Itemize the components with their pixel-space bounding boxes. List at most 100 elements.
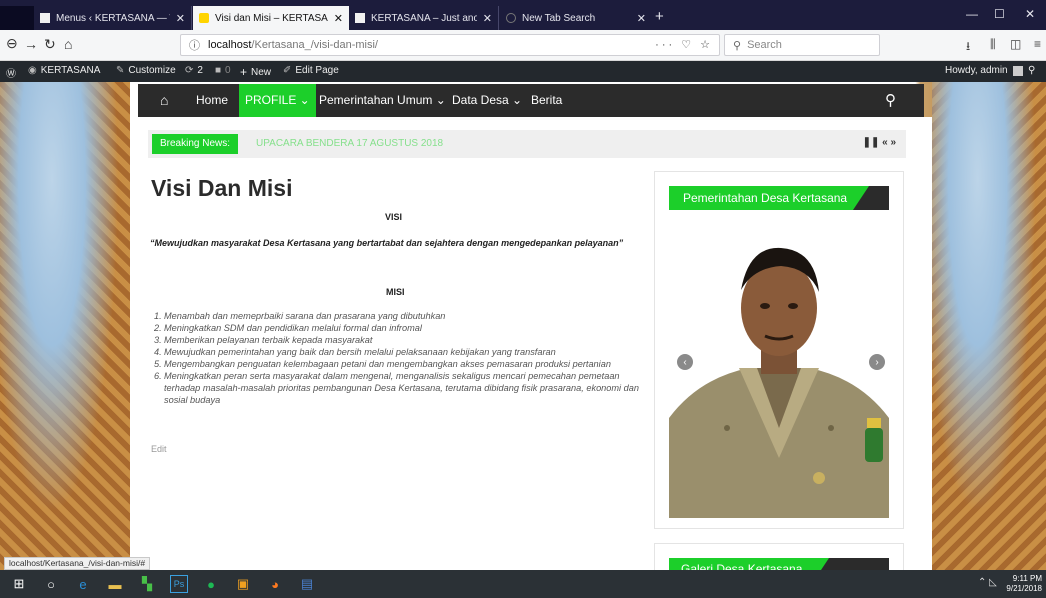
home-icon[interactable]: ⌂ [160, 92, 168, 108]
admin-new-link[interactable]: + New [240, 65, 271, 79]
edge-icon[interactable]: e [74, 575, 92, 593]
tab-menus[interactable]: Menus ‹ KERTASANA — WordP ✕ [34, 6, 192, 30]
sidebar-widget-galeri: Galeri Desa Kertasana [654, 543, 904, 573]
menu-icon[interactable]: ≡ [1034, 37, 1041, 51]
admin-customize-label: Customize [128, 65, 176, 76]
comment-icon: ■ [215, 65, 222, 76]
widget-title-bar: Pemerintahan Desa Kertasana [669, 186, 889, 210]
list-item: 3. Memberikan pelayanan terbaik kepada ma… [154, 335, 373, 345]
site-main-nav: ⌂ Home PROFILE ⌄ Pemerintahan Umum ⌄ Dat… [138, 84, 924, 117]
tab-visi-dan-misi[interactable]: Visi dan Misi – KERTASANA ✕ [193, 6, 349, 30]
admin-new-label: New [251, 66, 272, 78]
system-tray-icon[interactable]: ⌃ ◺ [978, 577, 997, 588]
background-image-left [0, 82, 130, 570]
misi-list: 1. Menambah dan memeprbaiki sarana dan pr… [154, 310, 644, 406]
misi-item-text: Mengembangkan penguatan kelembagaan peta… [164, 359, 611, 369]
close-tab-icon[interactable]: ✕ [483, 12, 492, 25]
carousel-next-icon[interactable]: › [869, 354, 885, 370]
page-title: Visi Dan Misi [151, 175, 293, 201]
admin-updates-link[interactable]: ⟳ 2 [185, 65, 203, 76]
tab-strip-lead [0, 6, 34, 30]
admin-updates-count: 2 [197, 65, 203, 76]
windows-start-icon[interactable]: ⊞ [10, 575, 28, 593]
list-item: 1. Menambah dan memeprbaiki sarana dan pr… [154, 311, 446, 321]
maximize-icon[interactable]: ☐ [994, 7, 1005, 21]
pencil-icon: ✐ [283, 65, 292, 76]
search-placeholder: Search [747, 39, 782, 51]
list-item: 6. Meningkatkan peran serta masyarakat da… [154, 371, 639, 405]
app-icon-2[interactable]: ▣ [234, 575, 252, 593]
plus-icon: + [240, 65, 248, 79]
tab-title: KERTASANA – Just another Wo [371, 12, 477, 24]
list-item: 2. Meningkatkan SDM dan pendidikan melalu… [154, 323, 422, 333]
breaking-news-headline[interactable]: UPACARA BENDERA 17 AGUSTUS 2018 [256, 138, 443, 149]
windows-taskbar: ⊞ ○ e ▬ ▚ Ps ● ▣ ◕ ▤ ⌃ ◺ 9:11 PM 9/21/20… [0, 570, 1046, 598]
admin-site-link[interactable]: ◉ KERTASANA [28, 65, 100, 76]
widget-title: Pemerintahan Desa Kertasana [669, 186, 869, 210]
word-icon[interactable]: ▤ [298, 575, 316, 593]
search-icon [506, 13, 516, 23]
dashboard-icon: ◉ [28, 65, 37, 76]
brush-icon: ✎ [116, 65, 125, 76]
file-explorer-icon[interactable]: ▬ [106, 575, 124, 593]
close-tab-icon[interactable]: ✕ [637, 12, 646, 25]
firefox-icon[interactable]: ◕ [266, 575, 284, 593]
misi-item-text: Mewujudkan pemerintahan yang baik dan be… [164, 347, 556, 357]
admin-comments-link[interactable]: ■ 0 [215, 65, 231, 76]
app-icon[interactable]: ▚ [138, 575, 156, 593]
url-bar[interactable]: ⓘ localhost /Kertasana_/visi-dan-misi/ ·… [180, 34, 720, 56]
admin-search-icon[interactable]: ⚲ [1028, 65, 1035, 76]
tab-title: Visi dan Misi – KERTASANA [215, 12, 328, 24]
search-icon: ⚲ [733, 39, 742, 52]
search-icon[interactable]: ⚲ [885, 91, 896, 109]
nav-item-data-desa[interactable]: Data Desa ⌄ [452, 93, 522, 107]
library-icon[interactable]: ⫼ [990, 37, 996, 52]
tab-kertasana-home[interactable]: KERTASANA – Just another Wo ✕ [349, 6, 499, 30]
official-photo [669, 228, 889, 518]
site-favicon-icon [40, 13, 50, 23]
close-tab-icon[interactable]: ✕ [334, 12, 343, 25]
list-item: 4. Mewujudkan pemerintahan yang baik dan … [154, 347, 556, 357]
close-window-icon[interactable]: ✕ [1025, 7, 1035, 21]
edit-link[interactable]: Edit [151, 444, 167, 454]
ticker-controls-icon[interactable]: ❚❚ « » [863, 137, 896, 148]
cortana-icon[interactable]: ○ [42, 575, 60, 593]
site-favicon-icon [199, 13, 209, 23]
updates-icon: ⟳ [185, 65, 194, 76]
avatar [1012, 65, 1023, 76]
sidebar-widget-pemerintahan: Pemerintahan Desa Kertasana ‹ › [654, 171, 904, 529]
browser-tab-strip: Menus ‹ KERTASANA — WordP ✕ Visi dan Mis… [0, 0, 1046, 30]
reload-icon[interactable]: ↻ [44, 36, 56, 53]
home-icon[interactable]: ⌂ [64, 36, 72, 52]
forward-icon[interactable]: → [24, 36, 38, 52]
site-favicon-icon [355, 13, 365, 23]
tab-title: New Tab Search [522, 12, 596, 24]
breaking-news-bar: Breaking News: UPACARA BENDERA 17 AGUSTU… [148, 130, 906, 158]
url-path: /Kertasana_/visi-dan-misi/ [251, 39, 378, 51]
nav-item-home[interactable]: Home [196, 93, 228, 107]
minimize-icon[interactable]: — [966, 7, 978, 21]
new-tab-icon[interactable]: + [655, 8, 664, 25]
nav-item-pemerintahan-umum[interactable]: Pemerintahan Umum ⌄ [319, 93, 446, 107]
sidebar-icon[interactable]: ◫ [1010, 37, 1021, 51]
nav-item-profile[interactable]: PROFILE ⌄ [239, 84, 316, 117]
clock-date: 9/21/2018 [1006, 584, 1042, 593]
spotify-icon[interactable]: ● [202, 575, 220, 593]
page-actions-icon[interactable]: ··· ♡ ☆ [655, 38, 713, 51]
close-tab-icon[interactable]: ✕ [176, 12, 185, 25]
visi-heading: VISI [385, 212, 403, 222]
admin-edit-page-link[interactable]: ✐ Edit Page [283, 65, 339, 76]
back-icon[interactable]: ⊖ [6, 35, 18, 52]
downloads-icon[interactable]: ⭳ [966, 37, 970, 58]
taskbar-clock[interactable]: 9:11 PM 9/21/2018 [1006, 574, 1042, 594]
search-input[interactable]: ⚲ Search [724, 34, 880, 56]
wordpress-logo-icon[interactable]: Ⓦ [6, 65, 16, 80]
carousel-prev-icon[interactable]: ‹ [677, 354, 693, 370]
list-item: 5. Mengembangkan penguatan kelembagaan pe… [154, 359, 611, 369]
info-icon[interactable]: ⓘ [189, 37, 200, 53]
admin-account-menu[interactable]: Howdy, admin [945, 65, 1023, 76]
tab-new-tab-search[interactable]: New Tab Search ✕ [500, 6, 652, 30]
admin-customize-link[interactable]: ✎ Customize [116, 65, 176, 76]
photoshop-icon[interactable]: Ps [170, 575, 188, 593]
nav-item-berita[interactable]: Berita [531, 93, 562, 107]
